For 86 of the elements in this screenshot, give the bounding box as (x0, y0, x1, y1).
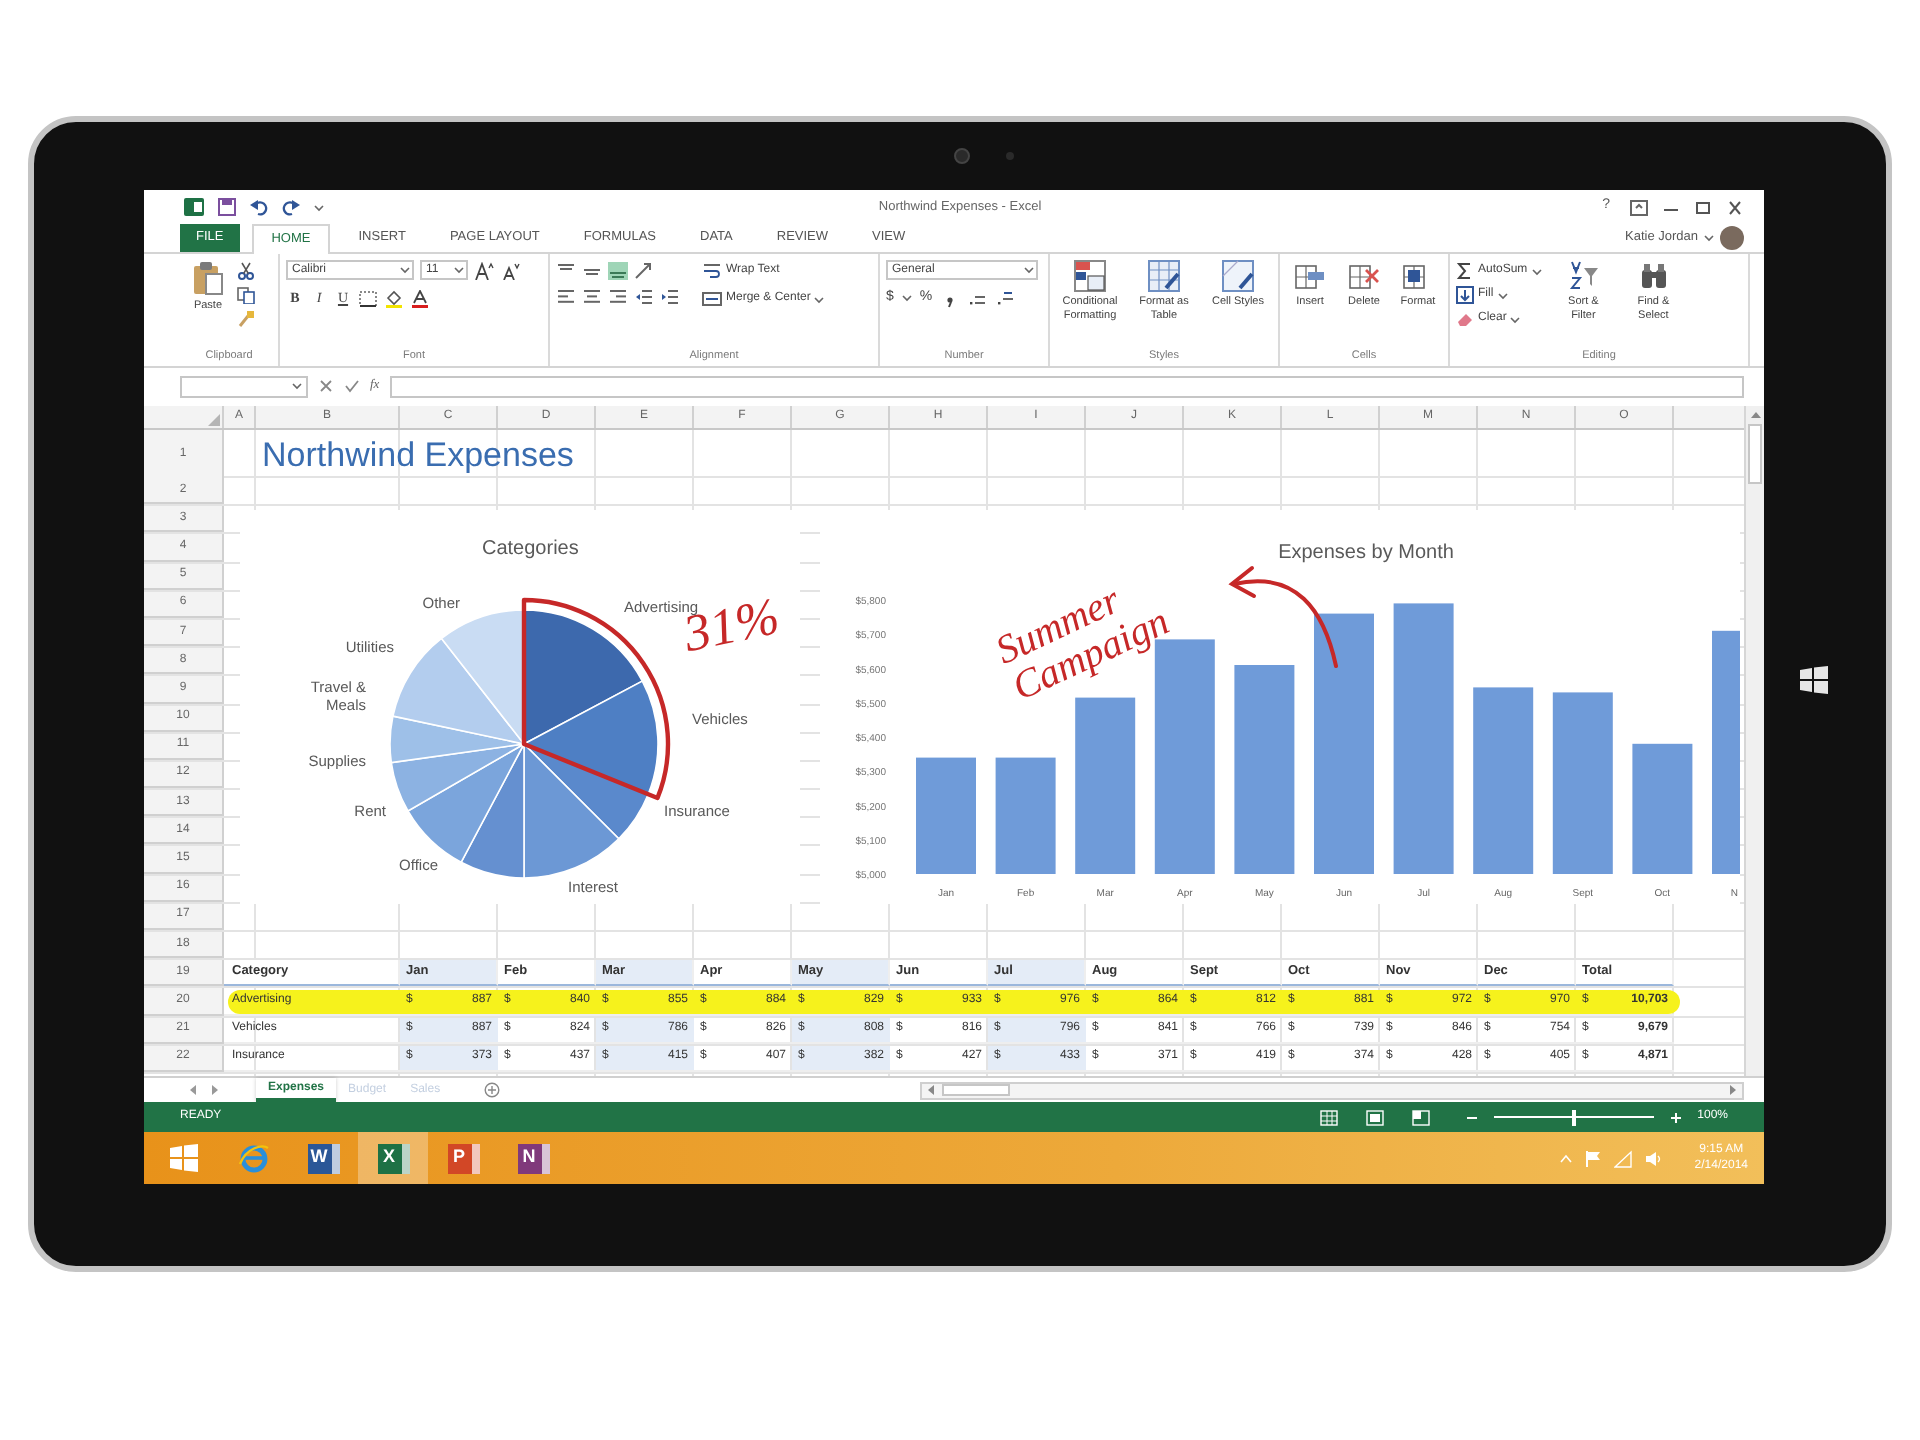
add-sheet-icon[interactable] (484, 1082, 501, 1098)
scroll-up-icon[interactable] (1749, 410, 1761, 420)
close-icon[interactable] (1726, 199, 1744, 215)
taskbar-button[interactable]: W (288, 1132, 358, 1184)
undo-icon[interactable] (250, 198, 268, 216)
align-right-icon[interactable] (608, 288, 628, 306)
slider-thumb[interactable] (1571, 1109, 1576, 1125)
insert-cells-icon (1294, 260, 1326, 292)
copy-icon[interactable] (236, 286, 256, 304)
horizontal-scrollbar[interactable] (920, 1081, 1744, 1099)
bar (995, 757, 1056, 874)
caret-icon (814, 295, 825, 303)
cell-styles-icon (1222, 260, 1254, 292)
app-icon: P (447, 1143, 479, 1173)
bar (916, 757, 976, 874)
ink-arrow (1228, 566, 1338, 668)
caret-icon (1510, 315, 1521, 323)
caret-icon (1531, 267, 1542, 275)
sort-filter-icon (1567, 260, 1600, 292)
conditional-formatting-icon (1074, 260, 1106, 292)
page-break-view-icon[interactable] (1411, 1109, 1430, 1125)
scroll-left-icon[interactable] (926, 1084, 936, 1096)
scroll-right-icon[interactable] (1728, 1084, 1738, 1096)
borders-icon[interactable] (358, 289, 378, 308)
start-icon (169, 1144, 197, 1172)
decrease-indent-icon[interactable] (634, 288, 654, 306)
align-left-icon[interactable] (556, 288, 576, 306)
wrap-text-icon[interactable] (702, 262, 722, 280)
enter-icon[interactable] (344, 378, 360, 394)
sheet-title: Northwind Expenses (260, 434, 576, 478)
caret-icon (1024, 266, 1034, 274)
camera-icon (954, 148, 970, 164)
cancel-icon[interactable] (318, 378, 334, 394)
caret-icon (1497, 291, 1508, 299)
start-icon[interactable] (1800, 666, 1828, 694)
caret-icon (454, 266, 464, 274)
caret-icon[interactable] (901, 294, 912, 303)
font-color-icon[interactable] (410, 289, 430, 308)
next-sheet-icon[interactable] (210, 1084, 220, 1096)
app-icon: W (307, 1143, 339, 1173)
binoculars-icon (1637, 260, 1670, 292)
scissors-icon[interactable] (236, 262, 256, 280)
ribbon-options-icon[interactable] (1630, 199, 1648, 215)
taskbar-button[interactable]: X (358, 1132, 428, 1184)
table-grid-icon (1148, 260, 1180, 292)
save-icon[interactable] (218, 198, 236, 216)
clipboard-icon (192, 260, 224, 296)
eraser-icon (1456, 310, 1474, 328)
align-bottom-icon[interactable] (608, 262, 628, 280)
caret-icon (400, 266, 410, 274)
app-icon: N (517, 1143, 549, 1173)
page-layout-view-icon[interactable] (1365, 1109, 1384, 1125)
taskbar-button[interactable]: P (428, 1132, 498, 1184)
taskbar-button[interactable]: N (498, 1132, 568, 1184)
maximize-icon[interactable] (1694, 199, 1712, 215)
spreadsheet-app-icon (184, 198, 204, 216)
zoom-out-icon[interactable] (1465, 1111, 1478, 1123)
app-icon: X (377, 1143, 409, 1173)
redo-icon[interactable] (282, 198, 300, 216)
align-center-icon[interactable] (582, 288, 602, 306)
chart-title: Expenses by Month (1278, 542, 1454, 564)
formula-input[interactable] (389, 375, 1744, 397)
merge-cells-icon[interactable] (702, 290, 722, 308)
scrollbar-thumb[interactable] (1748, 424, 1762, 484)
sigma-icon (1456, 262, 1474, 280)
zoom-in-icon[interactable] (1669, 1111, 1682, 1123)
vertical-scrollbar[interactable] (1744, 406, 1764, 1076)
fill-color-icon[interactable] (384, 289, 404, 308)
grow-font-icon[interactable] (474, 261, 494, 279)
avatar (1720, 226, 1744, 250)
shrink-font-icon[interactable] (500, 261, 520, 279)
text-orientation-icon[interactable] (634, 262, 654, 280)
previous-sheet-icon[interactable] (188, 1084, 198, 1096)
zoom-slider[interactable] (1493, 1109, 1654, 1125)
decrease-decimal-icon[interactable] (996, 289, 1017, 308)
chart-title: Categories (482, 536, 579, 564)
scrollbar-thumb[interactable] (942, 1084, 1010, 1096)
bar (1632, 743, 1693, 874)
caret-icon (292, 382, 302, 390)
browser-icon (237, 1142, 269, 1174)
increase-indent-icon[interactable] (660, 288, 680, 306)
normal-view-icon[interactable] (1319, 1109, 1338, 1125)
fill-down-icon (1456, 286, 1474, 304)
caret-icon[interactable] (314, 203, 324, 211)
caret-icon[interactable] (1704, 234, 1714, 242)
delete-cells-icon (1348, 260, 1380, 292)
